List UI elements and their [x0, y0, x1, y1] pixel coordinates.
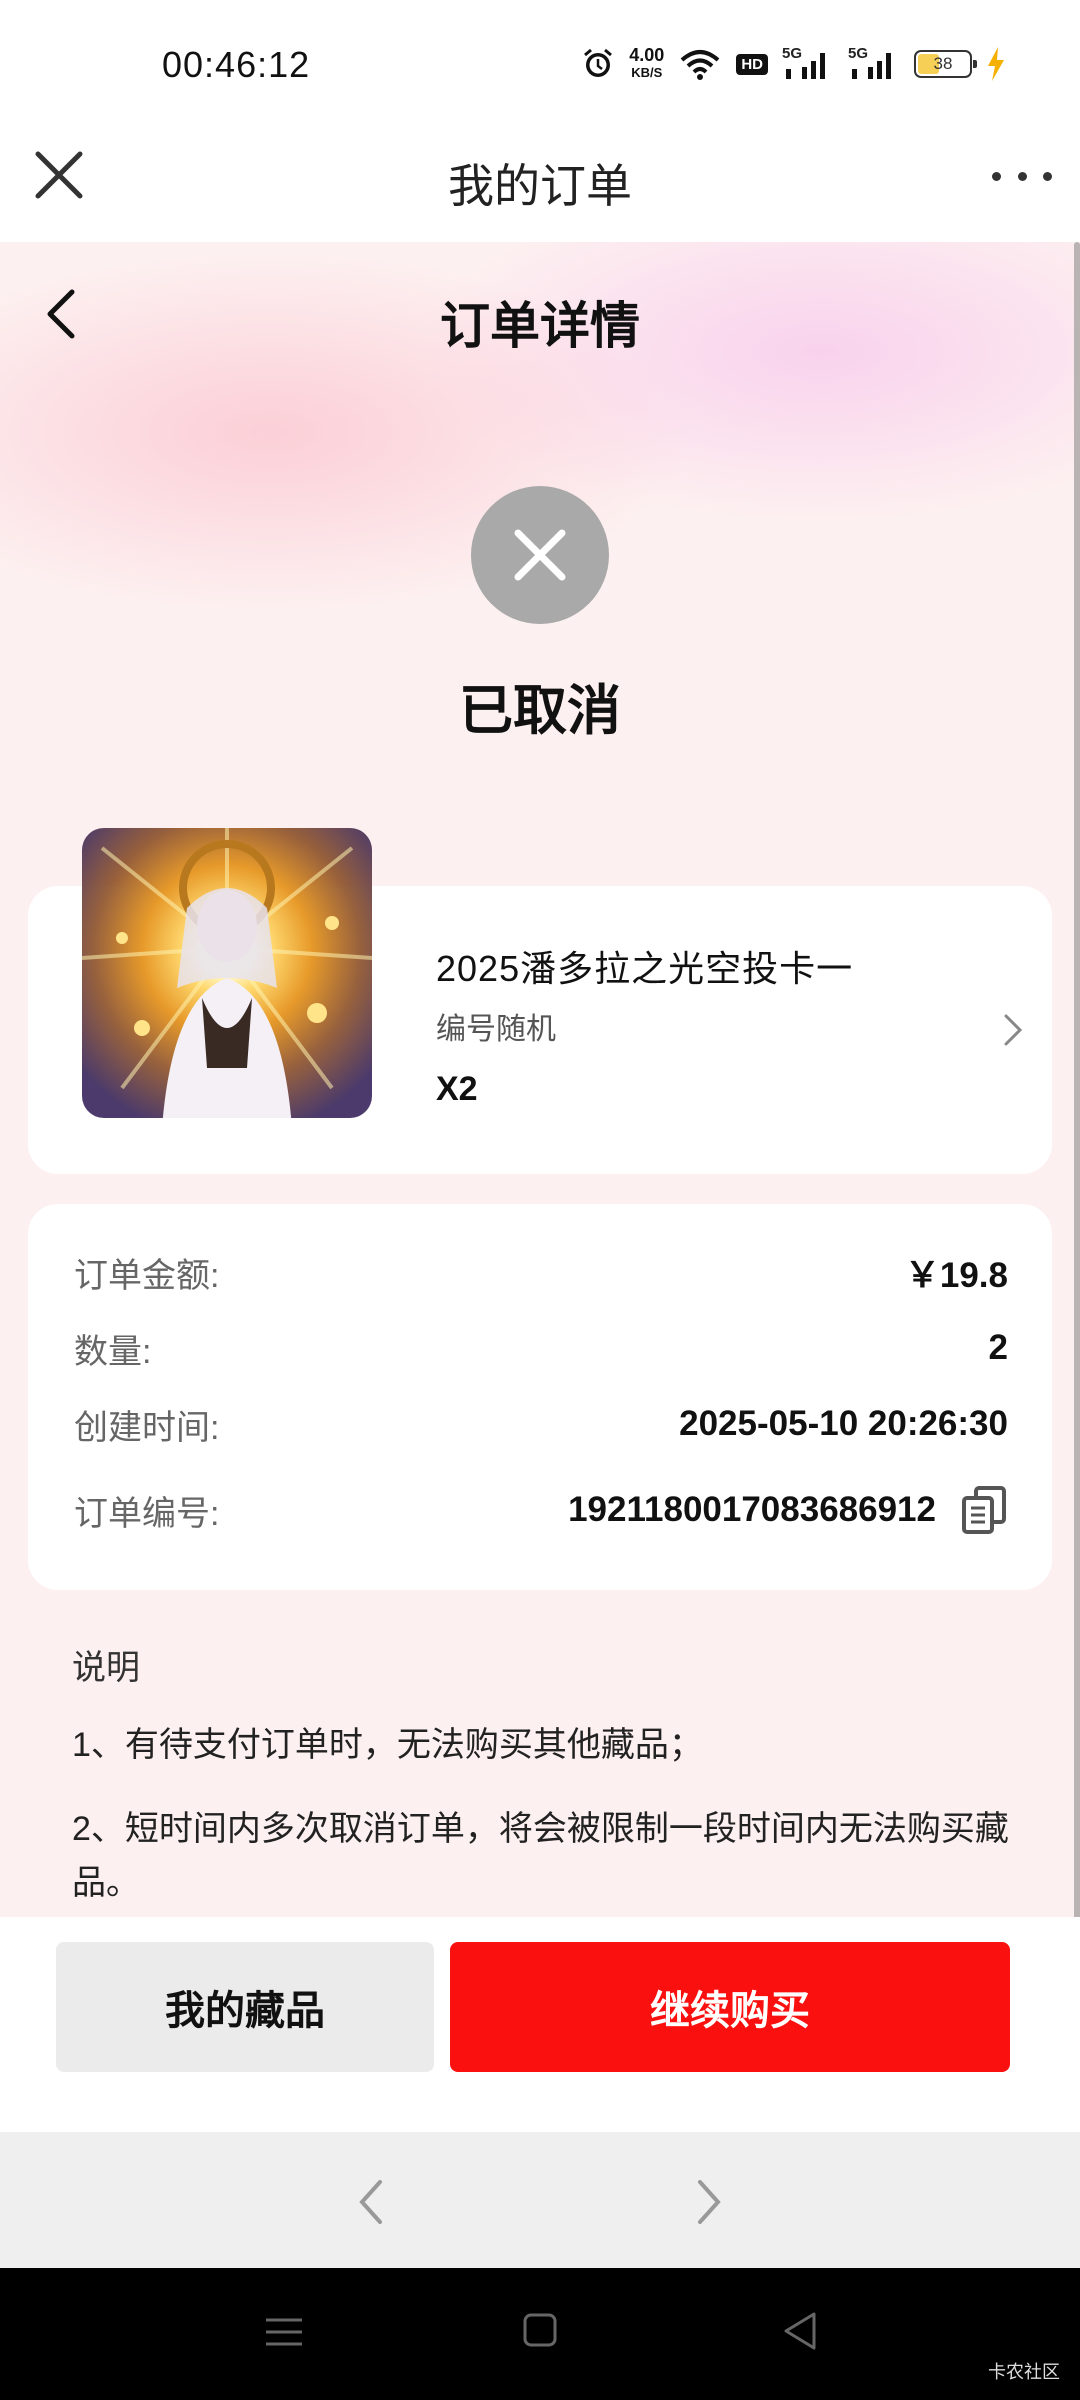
created-time-value: 2025-05-10 20:26:30: [679, 1404, 1008, 1443]
product-image[interactable]: [82, 828, 372, 1118]
chevron-left-icon: [359, 2180, 382, 2224]
home-square-icon: [523, 2313, 557, 2347]
app-header: 我的订单: [0, 110, 1080, 242]
menu-icon: [266, 2318, 302, 2346]
chevron-right-icon: [698, 2180, 721, 2224]
recent-apps-button[interactable]: [264, 2312, 304, 2352]
my-collection-button[interactable]: 我的藏品: [56, 1942, 434, 2072]
chevron-right-icon[interactable]: [1000, 1010, 1026, 1050]
page-title: 订单详情: [440, 298, 640, 354]
quantity-row: 数量: 2: [74, 1324, 1008, 1372]
watermark: 卡农社区: [988, 2362, 1060, 2382]
status-time: 00:46:12: [162, 44, 311, 85]
order-status: 已取消: [459, 681, 621, 741]
x-icon: [514, 529, 566, 581]
cancelled-status-icon: [471, 486, 609, 624]
note-line-1: 1、有待支付订单时，无法购买其他藏品；: [72, 1726, 703, 1764]
order-info-card: 订单金额: ￥19.8 数量: 2 创建时间: 2025-05-10 20:26…: [28, 1204, 1052, 1590]
browser-navigation: [0, 2132, 1080, 2268]
order-amount-value: ￥19.8: [904, 1255, 1008, 1295]
created-time-row: 创建时间: 2025-05-10 20:26:30: [74, 1400, 1008, 1448]
browser-forward-button[interactable]: [688, 2176, 728, 2228]
order-number-row: 订单编号: 1921180017083686912: [74, 1480, 1008, 1540]
product-subtitle: 编号随机: [436, 1013, 556, 1046]
order-number-value: 1921180017083686912: [568, 1490, 936, 1529]
battery-icon: 38: [914, 50, 977, 78]
header-title: 我的订单: [448, 160, 632, 212]
bottom-action-bar: 我的藏品 继续购买: [0, 1918, 1080, 2132]
alarm-icon: [581, 47, 615, 81]
system-navigation-bar: 卡农社区: [0, 2268, 1080, 2400]
quantity-label: 数量:: [74, 1332, 152, 1371]
hd-badge: HD: [736, 53, 768, 75]
network-speed: 4.00 KB/S: [629, 46, 664, 82]
signal-icon-2: 5G: [848, 45, 900, 81]
system-back-button[interactable]: [780, 2310, 820, 2352]
created-time-label: 创建时间:: [74, 1408, 220, 1447]
quantity-value: 2: [988, 1328, 1008, 1367]
triangle-back-icon: [784, 2312, 816, 2350]
order-amount-row: 订单金额: ￥19.8: [74, 1248, 1008, 1296]
order-amount-label: 订单金额:: [74, 1256, 220, 1295]
product-artwork: [82, 828, 372, 1118]
product-name: 2025潘多拉之光空投卡一: [436, 948, 854, 989]
more-options-button[interactable]: [992, 156, 1052, 196]
order-detail-content[interactable]: 订单详情 已取消 2025潘多拉之光空投卡一 编号随机 X2 订单金额: ￥19…: [0, 242, 1080, 1917]
charging-icon: [986, 47, 1006, 81]
order-number-group: 1921180017083686912: [568, 1484, 1008, 1536]
continue-purchase-button[interactable]: 继续购买: [450, 1942, 1010, 2072]
order-number-label: 订单编号:: [74, 1494, 220, 1533]
product-quantity: X2: [436, 1070, 478, 1108]
more-dot-icon: [1043, 171, 1052, 181]
status-icons: 4.00 KB/S HD 5G 5G 38: [581, 45, 1006, 82]
browser-back-button[interactable]: [352, 2176, 392, 2228]
signal-icon-1: 5G: [782, 45, 834, 81]
battery-level: 38: [933, 54, 953, 73]
notes-title: 说明: [72, 1649, 140, 1687]
network-speed-value: 4.00: [629, 45, 665, 65]
more-dot-icon: [1017, 171, 1027, 181]
network-speed-unit: KB/S: [631, 65, 663, 80]
note-line-2: 2、短时间内多次取消订单，将会被限制一段时间内无法购买藏品。: [72, 1810, 1009, 1902]
home-button[interactable]: [522, 2312, 558, 2348]
status-bar: 00:46:12 4.00 KB/S HD 5G 5G 38: [0, 0, 1080, 110]
more-dot-icon: [992, 171, 1001, 181]
scrollbar[interactable]: [1074, 242, 1080, 1917]
copy-icon[interactable]: [960, 1484, 1008, 1536]
wifi-icon: [678, 48, 722, 80]
